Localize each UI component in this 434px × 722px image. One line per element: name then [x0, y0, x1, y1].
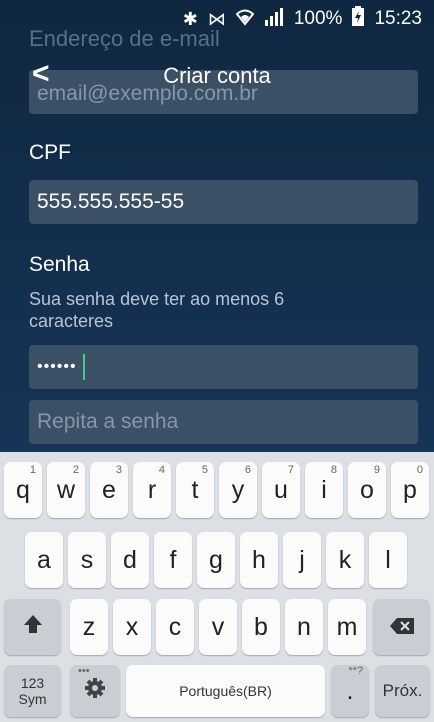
- battery-percentage: 100%: [293, 8, 343, 29]
- text-cursor: [82, 354, 85, 380]
- cpf-value: 555.555.555-55: [37, 190, 185, 213]
- key-e[interactable]: 3e: [90, 462, 128, 518]
- page-title: Criar conta: [163, 63, 271, 88]
- wifi-icon: [235, 8, 255, 31]
- next-key[interactable]: Próx.: [375, 665, 430, 717]
- password-label: Senha: [29, 253, 90, 276]
- repeat-password-placeholder: Repita a senha: [37, 410, 179, 433]
- key-b[interactable]: b: [242, 599, 280, 655]
- key-q[interactable]: 1q: [4, 462, 42, 518]
- gear-icon: [84, 677, 106, 706]
- key-k[interactable]: k: [326, 532, 364, 588]
- key-r[interactable]: 4r: [133, 462, 171, 518]
- key-g[interactable]: g: [197, 532, 235, 588]
- key-o[interactable]: 9o: [348, 462, 386, 518]
- key-f[interactable]: f: [154, 532, 192, 588]
- key-a[interactable]: a: [25, 532, 63, 588]
- backspace-key[interactable]: [373, 599, 430, 655]
- password-value: ••••••: [37, 358, 77, 375]
- bluetooth-icon: ✱: [182, 8, 198, 29]
- key-t[interactable]: 5t: [176, 462, 214, 518]
- period-key[interactable]: **? .: [331, 665, 369, 717]
- vibrate-icon: ⋈: [207, 8, 226, 29]
- repeat-password-field[interactable]: Repita a senha: [29, 400, 418, 444]
- key-n[interactable]: n: [285, 599, 323, 655]
- key-w[interactable]: 2w: [47, 462, 85, 518]
- signal-icon: [264, 7, 284, 31]
- space-key[interactable]: Português(BR): [126, 665, 325, 717]
- key-c[interactable]: c: [156, 599, 194, 655]
- app-bar: Criar conta <: [0, 56, 434, 94]
- clock: 15:23: [374, 8, 422, 29]
- key-y[interactable]: 6y: [219, 462, 257, 518]
- symbols-label-line2: Sym: [18, 691, 47, 707]
- key-l[interactable]: l: [369, 532, 407, 588]
- key-j[interactable]: j: [283, 532, 321, 588]
- battery-icon: [352, 6, 365, 32]
- settings-key[interactable]: •••: [70, 665, 120, 717]
- key-m[interactable]: m: [328, 599, 366, 655]
- shift-key[interactable]: [4, 599, 61, 655]
- key-u[interactable]: 7u: [262, 462, 300, 518]
- status-bar: ✱ ⋈ 100% 15:23: [0, 0, 434, 38]
- cpf-field[interactable]: 555.555.555-55: [29, 180, 418, 224]
- key-i[interactable]: 8i: [305, 462, 343, 518]
- shift-icon: [22, 613, 44, 642]
- key-v[interactable]: v: [199, 599, 237, 655]
- key-x[interactable]: x: [113, 599, 151, 655]
- key-z[interactable]: z: [70, 599, 108, 655]
- key-p[interactable]: 0p: [391, 462, 429, 518]
- key-s[interactable]: s: [68, 532, 106, 588]
- symbols-label-line1: 123: [20, 675, 45, 691]
- key-h[interactable]: h: [240, 532, 278, 588]
- symbols-key[interactable]: 123 Sym: [4, 665, 61, 717]
- password-field[interactable]: ••••••: [29, 345, 418, 389]
- app-screen: ✱ ⋈ 100% 15:23 Endereço de e-mail email@…: [0, 0, 434, 452]
- cpf-label: CPF: [29, 141, 71, 164]
- back-button[interactable]: <: [32, 56, 50, 92]
- keyboard: 1q 2w 3e 4r 5t 6y 7u 8i 9o 0p a s d f g …: [0, 452, 434, 722]
- key-d[interactable]: d: [111, 532, 149, 588]
- backspace-icon: [389, 613, 415, 642]
- password-hint: Sua senha deve ter ao menos 6 caracteres: [29, 289, 285, 331]
